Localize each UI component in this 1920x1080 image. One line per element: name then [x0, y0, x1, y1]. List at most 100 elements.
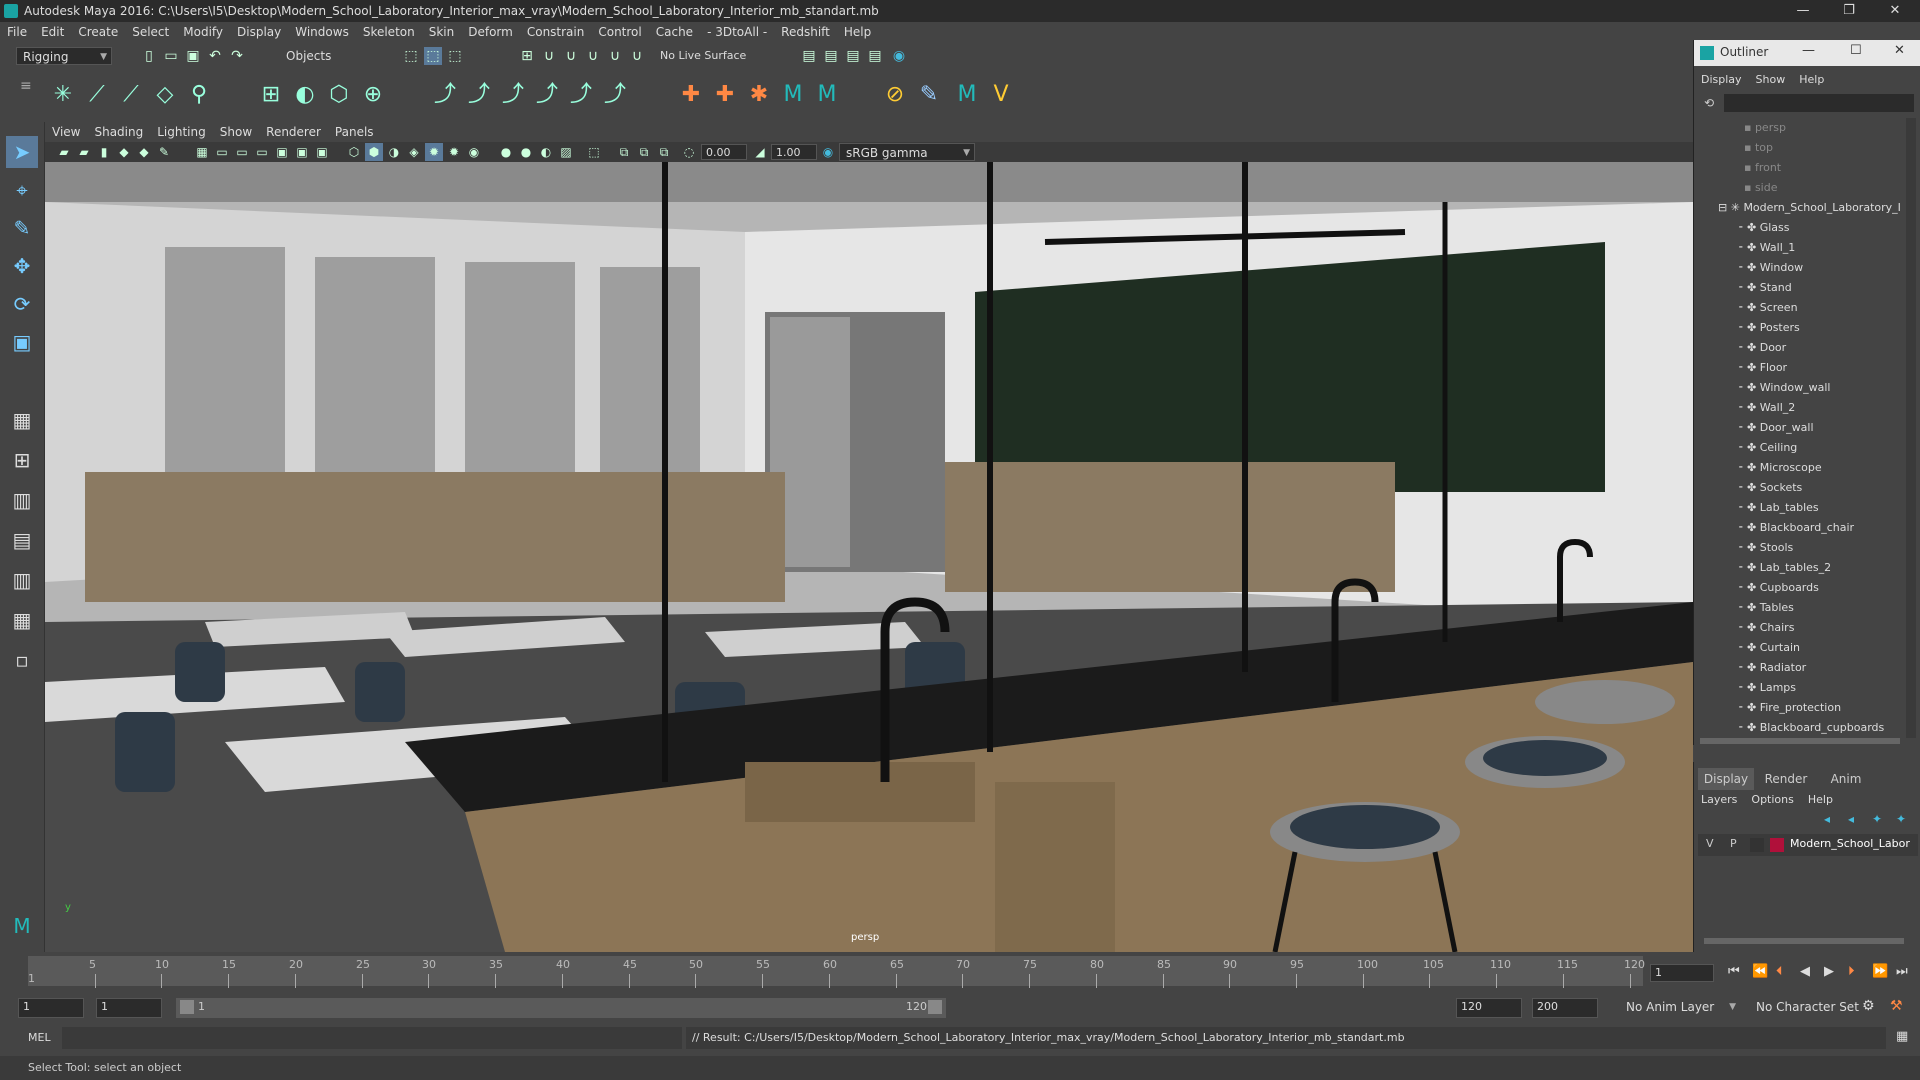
- snap-curve-icon[interactable]: ∪: [540, 47, 558, 65]
- viewport-menu-view[interactable]: View: [45, 122, 87, 142]
- menu-help[interactable]: Help: [837, 22, 878, 42]
- snap-point-icon[interactable]: ∪: [562, 47, 580, 65]
- outliner-item[interactable]: ⁃ ✤ Wall_1: [1738, 238, 1904, 258]
- layer-row[interactable]: V P Modern_School_Labor: [1698, 834, 1918, 856]
- outliner-menu-display[interactable]: Display: [1694, 70, 1749, 90]
- render-settings-icon[interactable]: ▤: [866, 47, 884, 65]
- playback-end-field[interactable]: 120: [1456, 998, 1522, 1018]
- outliner-close-button[interactable]: ✕: [1894, 43, 1905, 58]
- outliner-item[interactable]: ⁃ ✤ Lab_tables: [1738, 498, 1904, 518]
- range-start-handle[interactable]: [180, 1000, 194, 1014]
- gamma-icon[interactable]: ◢: [751, 143, 769, 161]
- textured-icon[interactable]: ◈: [405, 143, 423, 161]
- range-end-handle[interactable]: [928, 1000, 942, 1014]
- outliner-item[interactable]: ⁃ ✤ Curtain: [1738, 638, 1904, 658]
- redo-icon[interactable]: ↷: [228, 47, 246, 65]
- ik-spline-icon[interactable]: ⟋: [116, 80, 146, 110]
- safe-title-icon[interactable]: ▣: [313, 143, 331, 161]
- depth-of-field-icon[interactable]: ◐: [537, 143, 555, 161]
- layout-icon-1[interactable]: ▥: [6, 484, 38, 516]
- start-time-field[interactable]: 1: [18, 998, 84, 1018]
- outliner-item[interactable]: ⁃ ✤ Tables: [1738, 598, 1904, 618]
- outliner-item[interactable]: ⁃ ✤ Wall_2: [1738, 398, 1904, 418]
- outliner-menu-help[interactable]: Help: [1792, 70, 1831, 90]
- go-to-start-icon[interactable]: ⏮: [1728, 964, 1740, 979]
- xray-components-icon[interactable]: ⧉: [635, 143, 653, 161]
- menu-skin[interactable]: Skin: [422, 22, 462, 42]
- paint-weights-icon[interactable]: ◐: [290, 80, 320, 110]
- outliner-item[interactable]: ⁃ ✤ Lamps: [1738, 678, 1904, 698]
- outliner-menu-show[interactable]: Show: [1749, 70, 1793, 90]
- time-slider[interactable]: 1 5 10 15 20 25 30 35 40 45 50 55 60 65 70 75 80 85 90 95 1…: [0, 952, 1920, 992]
- cluster-icon[interactable]: ⊕: [358, 80, 388, 110]
- step-back-key-icon[interactable]: ⏪: [1752, 964, 1768, 979]
- scale-constraint-icon[interactable]: ⤴: [532, 80, 562, 110]
- step-forward-key-icon[interactable]: ⏩: [1872, 964, 1888, 979]
- outliner-item[interactable]: ⁃ ✤ Ceiling: [1738, 438, 1904, 458]
- menu-edit[interactable]: Edit: [34, 22, 71, 42]
- isolate-select-icon[interactable]: ⬚: [585, 143, 603, 161]
- ipr-render-icon[interactable]: ▤: [844, 47, 862, 65]
- current-frame-field[interactable]: 1: [1650, 964, 1714, 982]
- close-button[interactable]: ✕: [1872, 0, 1918, 22]
- outliner-camera-top[interactable]: ▪ top: [1744, 138, 1904, 158]
- ik-handle-icon[interactable]: ⟋: [82, 80, 112, 110]
- go-to-end-icon[interactable]: ⏭: [1896, 964, 1908, 979]
- resolution-gate-icon[interactable]: ▭: [233, 143, 251, 161]
- bookmark-icon[interactable]: ▮: [95, 143, 113, 161]
- single-view-icon[interactable]: ▦: [6, 404, 38, 436]
- menu-cache[interactable]: Cache: [649, 22, 700, 42]
- menu-constrain[interactable]: Constrain: [520, 22, 592, 42]
- outliner-item[interactable]: ⁃ ✤ Stand: [1738, 278, 1904, 298]
- outliner-item[interactable]: ⁃ ✤ Screen: [1738, 298, 1904, 318]
- snap-grid-icon[interactable]: ⊞: [518, 47, 536, 65]
- live-surface-label[interactable]: No Live Surface: [660, 49, 746, 62]
- play-backward-icon[interactable]: ◀: [1800, 964, 1810, 979]
- outliner-item[interactable]: ⁃ ✤ Blackboard_chair: [1738, 518, 1904, 538]
- ambient-occlusion-icon[interactable]: ◉: [465, 143, 483, 161]
- viewport-menu-show[interactable]: Show: [213, 122, 259, 142]
- brush-icon[interactable]: ✎: [914, 80, 944, 110]
- menu-skeleton[interactable]: Skeleton: [356, 22, 422, 42]
- maya-tool-icon-3[interactable]: M: [952, 80, 982, 110]
- range-bar[interactable]: 1 120: [176, 998, 946, 1018]
- command-input[interactable]: [62, 1027, 682, 1049]
- time-slider-track[interactable]: 1 5 10 15 20 25 30 35 40 45 50 55 60 65 70 75 80 85 90 95 1…: [28, 956, 1645, 988]
- outliner-item[interactable]: ⁃ ✤ Floor: [1738, 358, 1904, 378]
- menuset-dropdown[interactable]: Rigging ▼: [16, 47, 112, 65]
- smooth-bind-icon[interactable]: ⊞: [256, 80, 286, 110]
- script-editor-icon[interactable]: ▦: [1896, 1029, 1908, 1044]
- auto-key-icon[interactable]: ⚙: [1862, 998, 1875, 1014]
- move-tool-icon[interactable]: ✥: [6, 250, 38, 282]
- viewport-menu-panels[interactable]: Panels: [328, 122, 381, 142]
- outliner-item[interactable]: ⁃ ✤ Stools: [1738, 538, 1904, 558]
- layer-name[interactable]: Modern_School_Labor: [1790, 837, 1910, 850]
- menu-deform[interactable]: Deform: [461, 22, 520, 42]
- exposure-icon[interactable]: ◌: [680, 143, 698, 161]
- xray-joints-icon[interactable]: ⧉: [615, 143, 633, 161]
- end-time-field[interactable]: 200: [1532, 998, 1598, 1018]
- render-view-icon[interactable]: ▤: [800, 47, 818, 65]
- camera-select-icon[interactable]: ▰: [55, 143, 73, 161]
- exposure-field[interactable]: 0.00: [701, 144, 747, 160]
- scale-tool-icon[interactable]: ▣: [6, 326, 38, 358]
- outliner-minimize-button[interactable]: —: [1802, 43, 1815, 58]
- render-frame-icon[interactable]: ▤: [822, 47, 840, 65]
- new-layer-icon[interactable]: ✦: [1872, 812, 1882, 826]
- paint-select-icon[interactable]: ✎: [6, 212, 38, 244]
- layer-menu-layers[interactable]: Layers: [1694, 790, 1744, 810]
- menu-select[interactable]: Select: [125, 22, 176, 42]
- outliner-root-node[interactable]: ⊟ ✳ Modern_School_Laboratory_I: [1718, 198, 1904, 218]
- step-forward-frame-icon[interactable]: ⏵: [1848, 964, 1855, 979]
- select-tool-icon[interactable]: ➤: [6, 136, 38, 168]
- smooth-shade-icon[interactable]: ⬢: [365, 143, 383, 161]
- outliner-camera-front[interactable]: ▪ front: [1744, 158, 1904, 178]
- deformer-icon[interactable]: ⊘: [880, 80, 910, 110]
- outliner-filter-field[interactable]: [1724, 94, 1914, 112]
- color-space-dropdown[interactable]: sRGB gamma ▼: [839, 143, 975, 161]
- v-tool-icon[interactable]: V: [986, 80, 1016, 110]
- maximize-button[interactable]: ❐: [1826, 0, 1872, 22]
- animation-prefs-icon[interactable]: ⚒: [1890, 998, 1903, 1014]
- orient-joint-icon[interactable]: ⚲: [184, 80, 214, 110]
- layer-menu-options[interactable]: Options: [1744, 790, 1800, 810]
